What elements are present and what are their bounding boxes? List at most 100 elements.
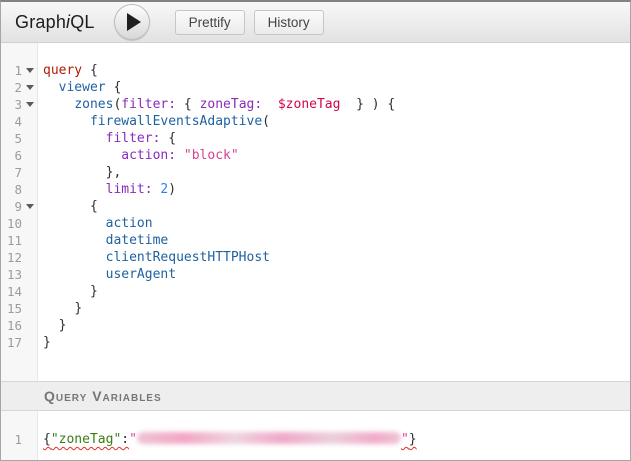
gutter: 12 (1, 249, 38, 266)
query-variables-header[interactable]: Query Variables (1, 381, 630, 411)
line-number: 2 (1, 79, 22, 96)
line-number: 3 (1, 96, 22, 113)
logo-text: Graph (15, 12, 66, 32)
fold-gutter (22, 164, 38, 181)
line-number: 9 (1, 198, 22, 215)
code-text: action: "block" (38, 147, 239, 164)
code-text: userAgent (38, 266, 176, 283)
fold-arrow-icon[interactable] (26, 68, 34, 73)
fold-gutter (22, 130, 38, 147)
gutter: 3 (1, 96, 38, 113)
gutter: 15 (1, 300, 38, 317)
query-editor[interactable]: 1query {2 viewer {3 zones(filter: { zone… (1, 43, 630, 381)
code-text: datetime (38, 232, 168, 249)
line-number: 15 (1, 300, 22, 317)
fold-gutter (22, 198, 38, 215)
fold-gutter (22, 215, 38, 232)
fold-gutter (22, 334, 38, 351)
code-text: filter: { (38, 130, 176, 147)
line-number: 1 (1, 62, 22, 79)
code-line[interactable]: 13 userAgent (1, 266, 630, 283)
execute-query-button[interactable] (114, 4, 150, 40)
fold-gutter (22, 431, 38, 448)
code-line[interactable]: 6 action: "block" (1, 147, 630, 164)
code-text: } (38, 334, 51, 351)
graphiql-logo: GraphiQL (15, 12, 95, 33)
code-line[interactable]: 9 { (1, 198, 630, 215)
code-line[interactable]: 1 {"zoneTag":""} (1, 431, 630, 448)
code-line[interactable]: 15 } (1, 300, 630, 317)
fold-gutter (22, 266, 38, 283)
code-line[interactable]: 3 zones(filter: { zoneTag: $zoneTag } ) … (1, 96, 630, 113)
line-number: 1 (1, 431, 22, 448)
line-number: 6 (1, 147, 22, 164)
fold-gutter (22, 232, 38, 249)
gutter: 1 (1, 62, 38, 79)
fold-gutter (22, 113, 38, 130)
logo-text: QL (70, 12, 94, 32)
fold-arrow-icon[interactable] (26, 204, 34, 209)
gutter: 13 (1, 266, 38, 283)
code-text: firewallEventsAdaptive( (38, 113, 270, 130)
gutter: 1 (1, 431, 38, 448)
code-line[interactable]: 7 }, (1, 164, 630, 181)
code-text: clientRequestHTTPHost (38, 249, 270, 266)
code-text: {"zoneTag":""} (38, 431, 417, 448)
fold-gutter (22, 283, 38, 300)
code-line[interactable]: 14 } (1, 283, 630, 300)
line-number: 10 (1, 215, 22, 232)
gutter: 17 (1, 334, 38, 351)
play-icon (127, 13, 141, 31)
line-number: 13 (1, 266, 22, 283)
code-text: { (38, 198, 98, 215)
code-text: action (38, 215, 153, 232)
code-line[interactable]: 1 query { (1, 62, 630, 79)
fold-arrow-icon[interactable] (26, 102, 34, 107)
line-number: 12 (1, 249, 22, 266)
fold-gutter (22, 317, 38, 334)
line-number: 5 (1, 130, 22, 147)
code-line[interactable]: 2 viewer { (1, 79, 630, 96)
code-text: viewer { (38, 79, 121, 96)
fold-gutter (22, 147, 38, 164)
fold-arrow-icon[interactable] (26, 85, 34, 90)
variables-editor[interactable]: 1 {"zoneTag":""} (1, 411, 630, 460)
code-line[interactable]: 12 clientRequestHTTPHost (1, 249, 630, 266)
fold-gutter (22, 181, 38, 198)
gutter: 7 (1, 164, 38, 181)
toolbar: GraphiQL Prettify History (1, 2, 630, 43)
fold-gutter (22, 96, 38, 113)
line-number: 11 (1, 232, 22, 249)
code-line[interactable]: 5 filter: { (1, 130, 630, 147)
code-text: }, (38, 164, 121, 181)
line-number: 8 (1, 181, 22, 198)
code-line[interactable]: 10 action (1, 215, 630, 232)
code-line[interactable]: 11 datetime (1, 232, 630, 249)
prettify-button[interactable]: Prettify (175, 10, 245, 35)
code-line[interactable]: 4 firewallEventsAdaptive( (1, 113, 630, 130)
code-text: limit: 2) (38, 181, 176, 198)
line-number: 14 (1, 283, 22, 300)
history-button[interactable]: History (254, 10, 324, 35)
line-number: 17 (1, 334, 22, 351)
fold-gutter (22, 79, 38, 96)
gutter: 4 (1, 113, 38, 130)
fold-gutter (22, 249, 38, 266)
code-text: zones(filter: { zoneTag: $zoneTag } ) { (38, 96, 395, 113)
code-line[interactable]: 16 } (1, 317, 630, 334)
graphiql-window: GraphiQL Prettify History 1query {2 view… (0, 0, 631, 461)
fold-gutter (22, 62, 38, 79)
gutter: 10 (1, 215, 38, 232)
code-line[interactable]: 17} (1, 334, 630, 351)
code-text: query { (38, 62, 98, 79)
line-number: 7 (1, 164, 22, 181)
gutter: 2 (1, 79, 38, 96)
code-text: } (38, 283, 98, 300)
code-text: } (38, 317, 66, 334)
line-number: 16 (1, 317, 22, 334)
redacted-value (137, 432, 401, 444)
code-line[interactable]: 8 limit: 2) (1, 181, 630, 198)
query-variables-title: Query Variables (44, 388, 162, 404)
line-number: 4 (1, 113, 22, 130)
code-text: } (38, 300, 82, 317)
